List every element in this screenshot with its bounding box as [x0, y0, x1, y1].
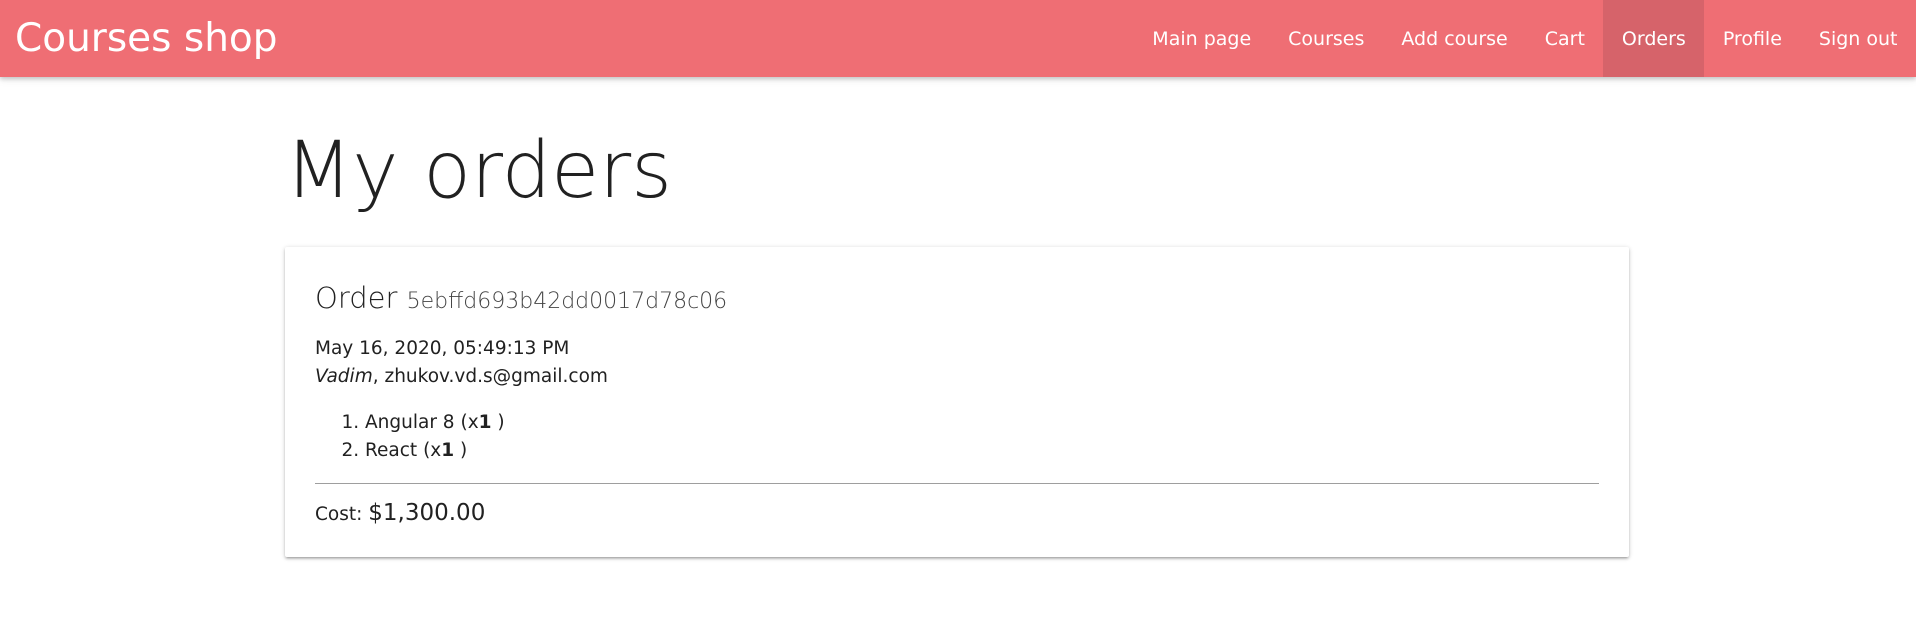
- order-item: React (x1 ): [365, 437, 1599, 465]
- order-cost-value: $1,300.00: [368, 499, 486, 526]
- order-title: Order 5ebffd693b42dd0017d78c06: [315, 281, 1599, 316]
- nav-item-cart: Cart: [1526, 0, 1603, 77]
- order-items-list: Angular 8 (x1 ) React (x1 ): [315, 409, 1599, 465]
- order-cost-label: Cost:: [315, 503, 363, 525]
- nav-link-add-course[interactable]: Add course: [1383, 0, 1526, 77]
- order-title-label: Order: [315, 281, 398, 315]
- order-user: Vadim, zhukov.vd.s@gmail.com: [315, 363, 1599, 391]
- nav-link-courses[interactable]: Courses: [1270, 0, 1383, 77]
- nav-item-main-page: Main page: [1134, 0, 1270, 77]
- top-navbar: Courses shop Main page Courses Add cours…: [0, 0, 1916, 77]
- nav-link-sign-out[interactable]: Sign out: [1800, 0, 1916, 77]
- order-item-qty-suffix: ): [491, 411, 505, 433]
- nav-item-orders: Orders: [1603, 0, 1705, 77]
- order-item-qty-suffix: ): [454, 439, 468, 461]
- order-item-title: React: [365, 439, 418, 461]
- nav-item-add-course: Add course: [1383, 0, 1526, 77]
- order-item-title: Angular 8: [365, 411, 455, 433]
- nav-menu: Main page Courses Add course Cart Orders…: [1134, 0, 1916, 77]
- order-date: May 16, 2020, 05:49:13 PM: [315, 337, 570, 359]
- order-user-name: Vadim: [315, 365, 373, 387]
- nav-link-profile[interactable]: Profile: [1704, 0, 1800, 77]
- nav-link-main-page[interactable]: Main page: [1134, 0, 1270, 77]
- order-card: Order 5ebffd693b42dd0017d78c06 May 16, 2…: [285, 247, 1629, 557]
- order-user-email: zhukov.vd.s@gmail.com: [384, 365, 608, 387]
- nav-item-courses: Courses: [1270, 0, 1383, 77]
- brand-logo-link[interactable]: Courses shop: [15, 0, 278, 77]
- order-id: 5ebffd693b42dd0017d78c06: [406, 289, 728, 314]
- nav-link-orders[interactable]: Orders: [1603, 0, 1705, 77]
- nav-item-sign-out: Sign out: [1800, 0, 1916, 77]
- nav-item-profile: Profile: [1704, 0, 1800, 77]
- order-item: Angular 8 (x1 ): [365, 409, 1599, 437]
- page-title: My orders: [285, 126, 672, 216]
- order-item-qty-prefix: (x: [460, 411, 479, 433]
- nav-link-cart[interactable]: Cart: [1526, 0, 1603, 77]
- order-user-separator: ,: [372, 365, 379, 387]
- order-item-qty: 1: [478, 411, 492, 433]
- order-divider: [315, 482, 1599, 484]
- order-item-qty: 1: [441, 439, 455, 461]
- order-item-qty-prefix: (x: [423, 439, 442, 461]
- order-cost: Cost: $1,300.00: [315, 500, 1599, 526]
